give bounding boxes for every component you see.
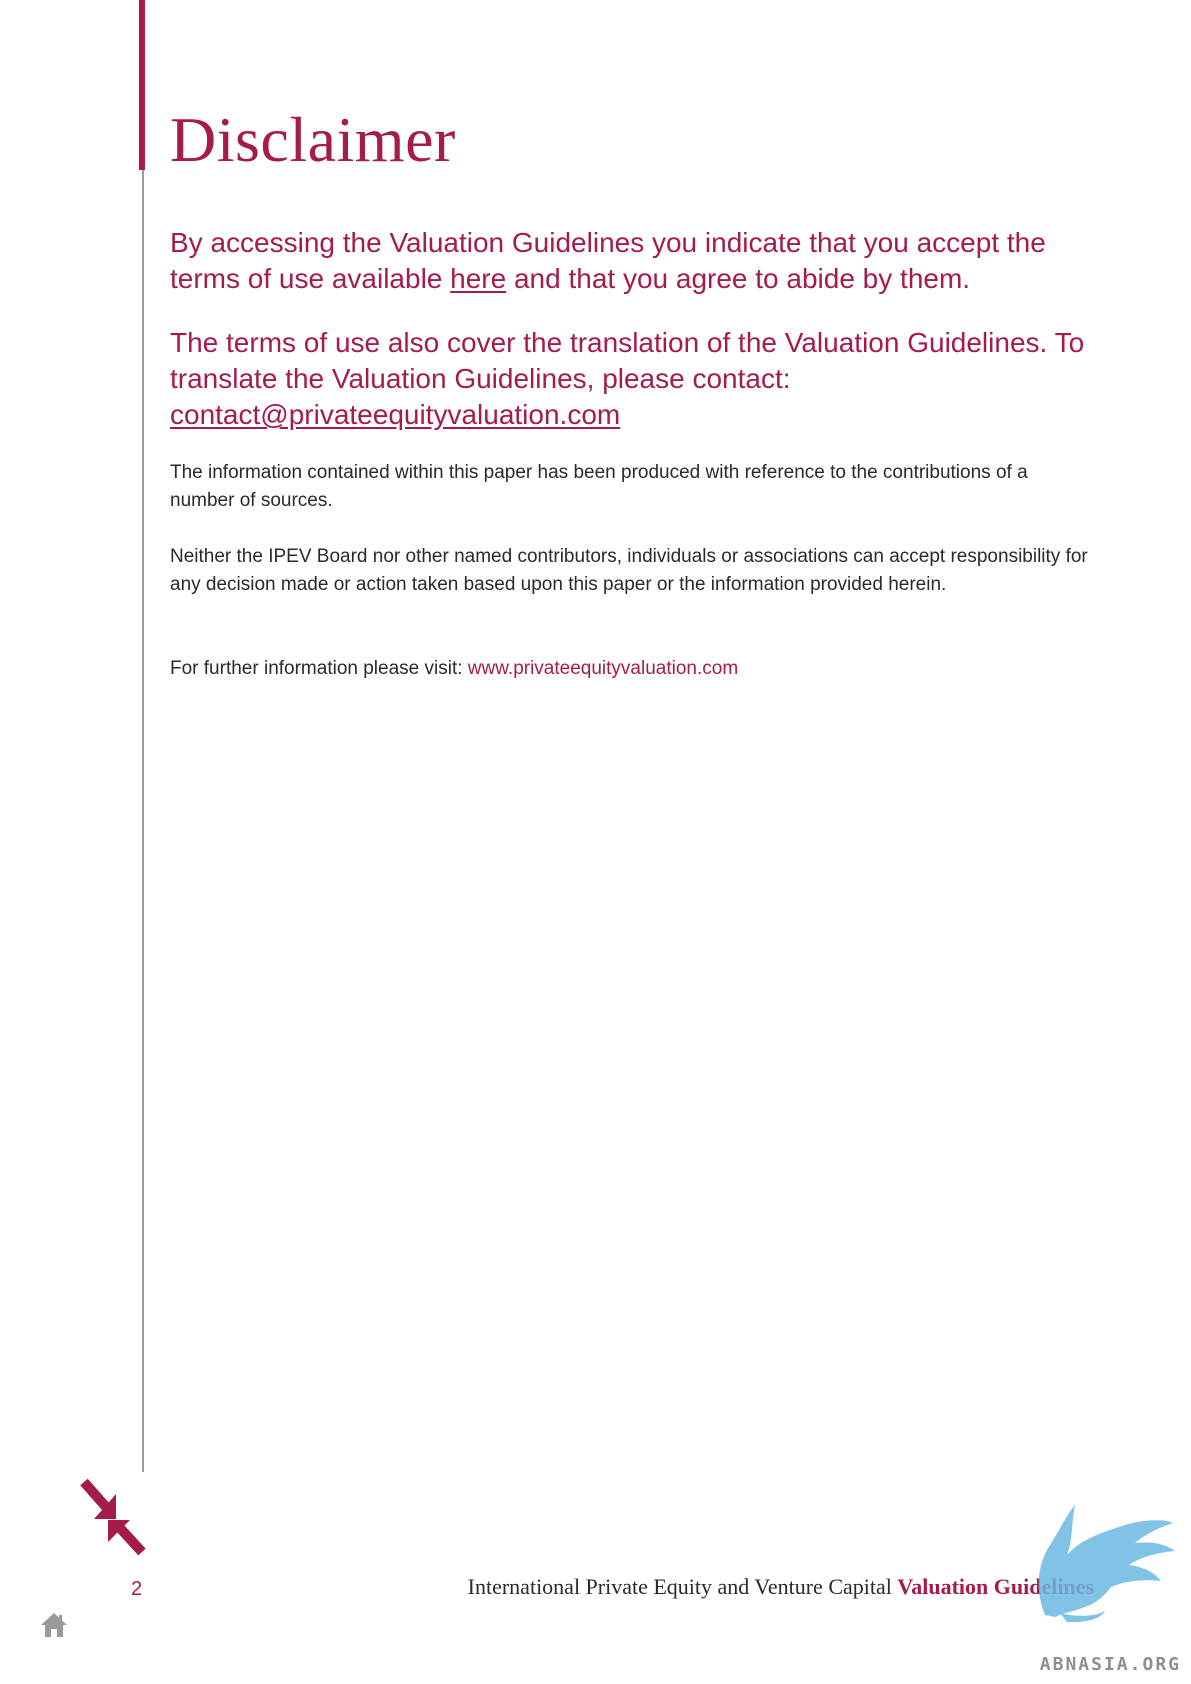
footer-title-plain: International Private Equity and Venture… bbox=[467, 1574, 898, 1599]
translation-statement-text: The terms of use also cover the translat… bbox=[170, 327, 1085, 394]
website-link[interactable]: www.privateequityvaluation.com bbox=[468, 658, 738, 679]
terms-statement-end: and that you agree to abide by them. bbox=[506, 263, 971, 294]
margin-rule bbox=[142, 170, 144, 1472]
terms-statement: By accessing the Valuation Guidelines yo… bbox=[170, 225, 1090, 297]
page-number: 2 bbox=[131, 1578, 143, 1600]
footer-title: International Private Equity and Venture… bbox=[468, 1574, 1094, 1600]
contact-email-link[interactable]: contact@privateequityvaluation.com bbox=[170, 399, 620, 430]
translation-statement: The terms of use also cover the translat… bbox=[170, 325, 1090, 433]
collapse-arrows-icon[interactable] bbox=[80, 1478, 146, 1558]
home-icon[interactable] bbox=[40, 1612, 68, 1638]
watermark-text: ABNASIA.ORG bbox=[1039, 1654, 1181, 1675]
page-title: Disclaimer bbox=[170, 104, 456, 175]
further-info-paragraph: For further information please visit: ww… bbox=[170, 655, 1090, 683]
sources-paragraph: The information contained within this pa… bbox=[170, 462, 1028, 511]
responsibility-paragraph: Neither the IPEV Board nor other named c… bbox=[170, 546, 1088, 595]
further-info-label: For further information please visit: bbox=[170, 658, 468, 679]
terms-link[interactable]: here bbox=[450, 263, 506, 294]
accent-rule bbox=[139, 0, 145, 170]
winged-griffin-logo-icon bbox=[1038, 1505, 1175, 1623]
